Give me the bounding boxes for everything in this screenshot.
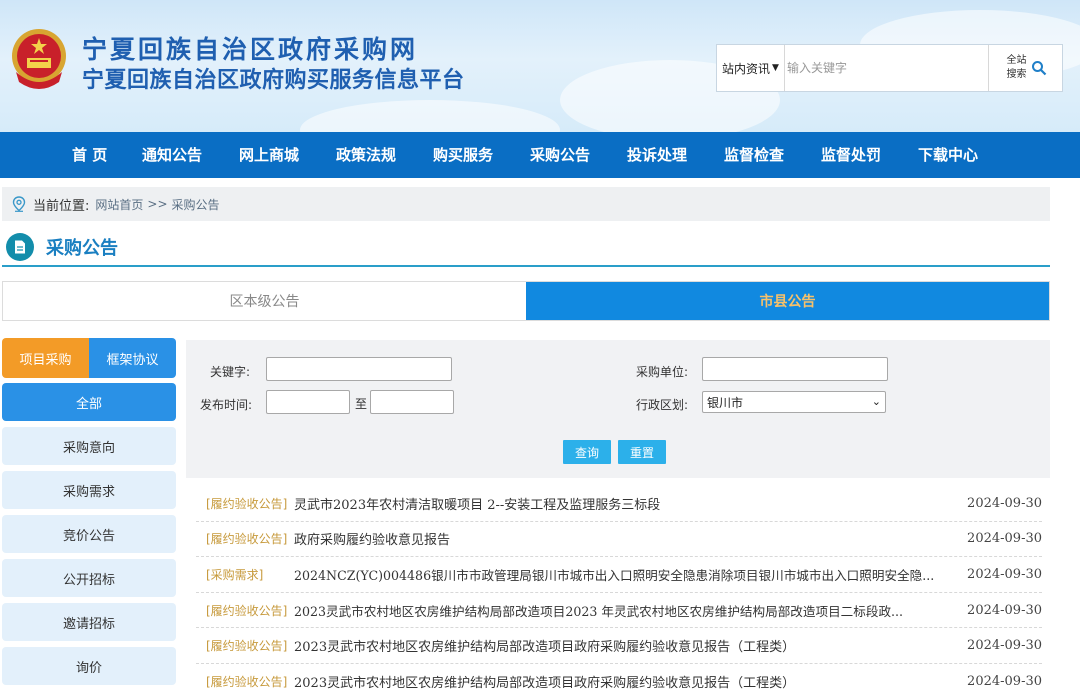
notice-tag: [履约验收公告] bbox=[206, 496, 288, 511]
notice-tag: [履约验收公告] bbox=[206, 674, 288, 689]
section-heading: 采购公告 bbox=[6, 233, 118, 261]
search-scope-select[interactable]: 站内资讯 ▼ bbox=[717, 45, 785, 91]
keyword-input[interactable] bbox=[266, 357, 452, 381]
search-icon bbox=[1031, 61, 1046, 76]
nav-inspection[interactable]: 监督检查 bbox=[724, 132, 784, 178]
national-emblem-icon bbox=[12, 29, 66, 89]
notice-date: 2024-09-30 bbox=[967, 673, 1042, 689]
nav-procurement-notices[interactable]: 采购公告 bbox=[530, 132, 590, 178]
toggle-project-procurement[interactable]: 项目采购 bbox=[2, 338, 89, 378]
sidebar-item-invited-tender[interactable]: 邀请招标 bbox=[2, 603, 176, 641]
notice-tag: [履约验收公告] bbox=[206, 639, 288, 654]
reset-button[interactable]: 重置 bbox=[618, 440, 666, 464]
breadcrumb: 当前位置: 网站首页 >> 采购公告 bbox=[2, 187, 1050, 221]
level-tabs: 区本级公告 市县公告 bbox=[2, 281, 1050, 321]
site-search-label: 全站搜索 bbox=[1006, 55, 1027, 80]
header-cloud bbox=[300, 100, 560, 132]
document-icon bbox=[6, 233, 34, 261]
site-header: 宁夏回族自治区政府采购网 宁夏回族自治区政府购买服务信息平台 站内资讯 ▼ 全站… bbox=[0, 0, 1080, 132]
breadcrumb-home-link[interactable]: 网站首页 bbox=[95, 196, 143, 213]
purchasing-unit-label: 采购单位: bbox=[635, 365, 688, 379]
site-subtitle: 宁夏回族自治区政府购买服务信息平台 bbox=[82, 68, 465, 93]
filter-panel: 关键字: 采购单位: 发布时间: 至 行政区划: 银川市 ⌄ 查询 重置 bbox=[186, 340, 1050, 478]
tab-city-county[interactable]: 市县公告 bbox=[526, 282, 1049, 320]
region-select[interactable]: 银川市 ⌄ bbox=[702, 391, 886, 413]
breadcrumb-separator: >> bbox=[147, 197, 168, 211]
toggle-framework-agreement[interactable]: 框架协议 bbox=[89, 338, 176, 378]
sidebar-item-bidding[interactable]: 竞价公告 bbox=[2, 515, 176, 553]
notice-tag: [履约验收公告] bbox=[206, 532, 288, 547]
notice-date: 2024-09-30 bbox=[967, 638, 1042, 654]
notice-tag: [履约验收公告] bbox=[206, 603, 288, 618]
tab-district-level[interactable]: 区本级公告 bbox=[3, 282, 526, 320]
date-range-separator: 至 bbox=[354, 397, 367, 411]
start-date-input[interactable] bbox=[266, 390, 350, 414]
nav-policies[interactable]: 政策法规 bbox=[336, 132, 396, 178]
site-search-button[interactable]: 全站搜索 bbox=[988, 45, 1062, 91]
nav-complaints[interactable]: 投诉处理 bbox=[627, 132, 687, 178]
notice-list: [履约验收公告] 灵武市2023年农村清洁取暖项目 2--安装工程及监理服务三标… bbox=[196, 486, 1042, 693]
nav-purchase-services[interactable]: 购买服务 bbox=[433, 132, 493, 178]
list-item[interactable]: [履约验收公告] 2023灵武市农村地区农房维护结构局部改造项目政府采购履约验收… bbox=[196, 628, 1042, 664]
sidebar-item-all[interactable]: 全部 bbox=[2, 383, 176, 421]
publish-date-label: 发布时间: bbox=[199, 398, 252, 412]
notice-tag: [采购需求] bbox=[206, 567, 264, 582]
nav-home[interactable]: 首 页 bbox=[72, 132, 107, 178]
section-divider bbox=[2, 265, 1050, 267]
notice-title[interactable]: 政府采购履约验收意见报告 bbox=[294, 529, 954, 548]
notice-title[interactable]: 灵武市2023年农村清洁取暖项目 2--安装工程及监理服务三标段 bbox=[294, 494, 954, 513]
site-title: 宁夏回族自治区政府采购网 bbox=[82, 35, 419, 64]
purchasing-unit-input[interactable] bbox=[702, 357, 888, 381]
region-select-value: 银川市 bbox=[707, 395, 744, 410]
search-input[interactable] bbox=[785, 45, 988, 91]
notice-title[interactable]: 2023灵武市农村地区农房维护结构局部改造项目2023 年灵武农村地区农房维护结… bbox=[294, 601, 954, 620]
sidebar-item-inquiry[interactable]: 询价 bbox=[2, 647, 176, 685]
notice-date: 2024-09-30 bbox=[967, 602, 1042, 618]
list-item[interactable]: [履约验收公告] 政府采购履约验收意见报告 2024-09-30 bbox=[196, 522, 1042, 558]
chevron-down-icon: ⌄ bbox=[871, 395, 881, 408]
main-nav: 首 页 通知公告 网上商城 政策法规 购买服务 采购公告 投诉处理 监督检查 监… bbox=[0, 132, 1080, 178]
search-box: 站内资讯 ▼ 全站搜索 bbox=[716, 44, 1063, 92]
sidebar-item-requirements[interactable]: 采购需求 bbox=[2, 471, 176, 509]
breadcrumb-current-link[interactable]: 采购公告 bbox=[172, 196, 220, 213]
list-item[interactable]: [履约验收公告] 2023灵武市农村地区农房维护结构局部改造项目2023 年灵武… bbox=[196, 593, 1042, 629]
search-scope-label: 站内资讯 bbox=[722, 61, 771, 76]
breadcrumb-label: 当前位置: bbox=[33, 198, 90, 214]
chevron-down-icon: ▼ bbox=[772, 63, 779, 73]
query-button[interactable]: 查询 bbox=[563, 440, 611, 464]
notice-date: 2024-09-30 bbox=[967, 566, 1042, 582]
nav-penalties[interactable]: 监督处罚 bbox=[821, 132, 881, 178]
list-item[interactable]: [采购需求] 2024NCZ(YC)004486银川市市政管理局银川市城市出入口… bbox=[196, 557, 1042, 593]
notice-title[interactable]: 2023灵武市农村地区农房维护结构局部改造项目政府采购履约验收意见报告（工程类） bbox=[294, 636, 954, 655]
list-item[interactable]: [履约验收公告] 2023灵武市农村地区农房维护结构局部改造项目政府采购履约验收… bbox=[196, 664, 1042, 693]
notice-title[interactable]: 2023灵武市农村地区农房维护结构局部改造项目政府采购履约验收意见报告（工程类） bbox=[294, 672, 954, 691]
nav-online-mall[interactable]: 网上商城 bbox=[239, 132, 299, 178]
nav-notices[interactable]: 通知公告 bbox=[142, 132, 202, 178]
location-pin-icon bbox=[12, 196, 26, 212]
notice-title[interactable]: 2024NCZ(YC)004486银川市市政管理局银川市城市出入口照明安全隐患消… bbox=[294, 565, 954, 584]
procurement-type-toggle: 项目采购 框架协议 bbox=[2, 338, 176, 378]
notice-date: 2024-09-30 bbox=[967, 531, 1042, 547]
sidebar-item-public-tender[interactable]: 公开招标 bbox=[2, 559, 176, 597]
page-title: 采购公告 bbox=[46, 238, 118, 259]
keyword-label: 关键字: bbox=[209, 365, 250, 379]
nav-downloads[interactable]: 下载中心 bbox=[918, 132, 978, 178]
sidebar-item-intent[interactable]: 采购意向 bbox=[2, 427, 176, 465]
end-date-input[interactable] bbox=[370, 390, 454, 414]
list-item[interactable]: [履约验收公告] 灵武市2023年农村清洁取暖项目 2--安装工程及监理服务三标… bbox=[196, 486, 1042, 522]
region-label: 行政区划: bbox=[635, 398, 688, 412]
notice-date: 2024-09-30 bbox=[967, 495, 1042, 511]
